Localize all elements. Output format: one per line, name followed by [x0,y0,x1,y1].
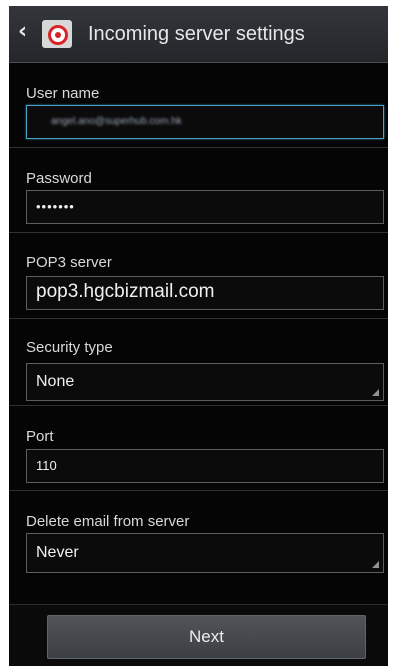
delete-label: Delete email from server [26,513,190,530]
email-app-logo [48,25,68,45]
security-section: Security type None [9,319,388,406]
delete-policy-select[interactable]: Never [26,533,384,573]
username-section: User name angel.ano@superhub.com.hk [9,63,388,148]
password-label: Password [26,170,92,187]
page-title: Incoming server settings [88,23,305,45]
phone-screen: ‹ Incoming server settings User name ang… [9,6,388,666]
next-button[interactable]: Next [47,615,366,659]
dropdown-corner-icon [372,561,379,568]
server-label: POP3 server [26,254,112,271]
password-field[interactable]: ••••••• [26,190,384,224]
port-value: 110 [36,458,57,473]
password-value: ••••••• [36,199,75,214]
port-field[interactable]: 110 [26,449,384,483]
email-app-icon[interactable] [42,20,72,48]
app-bar: ‹ Incoming server settings [9,6,388,63]
server-section: POP3 server pop3.hgcbizmail.com [9,233,388,319]
bottom-action-bar: Next [9,604,388,666]
server-value: pop3.hgcbizmail.com [36,281,215,302]
port-label: Port [26,428,54,445]
port-section: Port 110 [9,406,388,491]
username-field[interactable]: angel.ano@superhub.com.hk [26,105,384,139]
username-label: User name [26,85,100,102]
back-chevron-icon[interactable]: ‹ [18,20,38,44]
security-value: None [36,373,75,390]
server-field[interactable]: pop3.hgcbizmail.com [26,276,384,310]
username-value: angel.ano@superhub.com.hk [51,116,182,127]
security-label: Security type [26,339,113,356]
dropdown-corner-icon [372,389,379,396]
password-section: Password ••••••• [9,148,388,233]
delete-section: Delete email from server Never [9,491,388,603]
security-type-select[interactable]: None [26,363,384,401]
delete-value: Never [36,544,79,561]
